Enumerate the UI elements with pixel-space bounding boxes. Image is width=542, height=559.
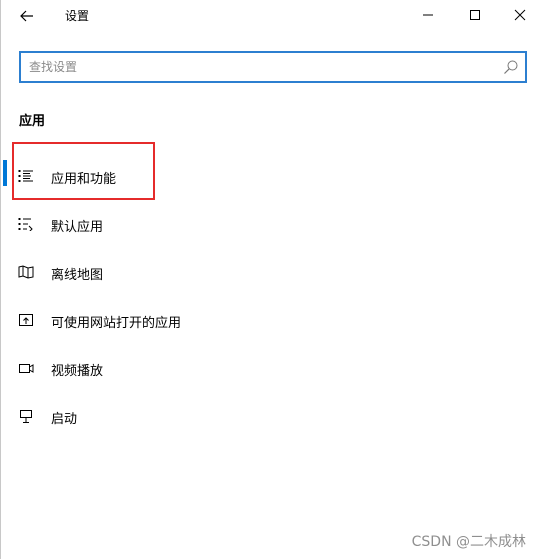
- default-apps-icon: [18, 217, 34, 231]
- maximize-button[interactable]: [452, 0, 498, 30]
- nav-item-apps-for-websites[interactable]: 可使用网站打开的应用: [1, 302, 401, 338]
- search-input[interactable]: [29, 55, 499, 79]
- map-icon: [18, 265, 34, 279]
- startup-icon: [18, 409, 34, 423]
- nav-item-label: 视频播放: [51, 364, 104, 379]
- minimize-icon: [422, 9, 434, 21]
- nav-item-label: 离线地图: [51, 268, 104, 283]
- nav-item-label: 启动: [51, 412, 78, 427]
- nav-item-video-playback[interactable]: 视频播放: [1, 350, 401, 386]
- search-box: [19, 51, 527, 83]
- watermark: CSDN @二木成林: [411, 534, 526, 550]
- minimize-button[interactable]: [405, 0, 451, 30]
- search-icon[interactable]: [503, 59, 519, 75]
- nav-item-label: 默认应用: [51, 220, 104, 235]
- title-bar: 设置: [1, 0, 542, 32]
- nav-item-default-apps[interactable]: 默认应用: [1, 206, 401, 242]
- video-icon: [18, 361, 34, 375]
- open-in-icon: [18, 313, 34, 327]
- maximize-icon: [469, 9, 481, 21]
- nav-item-offline-maps[interactable]: 离线地图: [1, 254, 401, 290]
- close-icon: [514, 9, 526, 21]
- window-title: 设置: [65, 9, 90, 23]
- settings-window: 设置 应用: [0, 0, 542, 559]
- close-button[interactable]: [497, 0, 542, 30]
- back-button[interactable]: [15, 4, 39, 28]
- nav-item-startup[interactable]: 启动: [1, 398, 401, 434]
- section-heading: 应用: [19, 114, 46, 129]
- back-arrow-icon: [20, 10, 34, 22]
- annotation-highlight-box: [12, 142, 155, 200]
- nav-item-label: 可使用网站打开的应用: [51, 316, 182, 331]
